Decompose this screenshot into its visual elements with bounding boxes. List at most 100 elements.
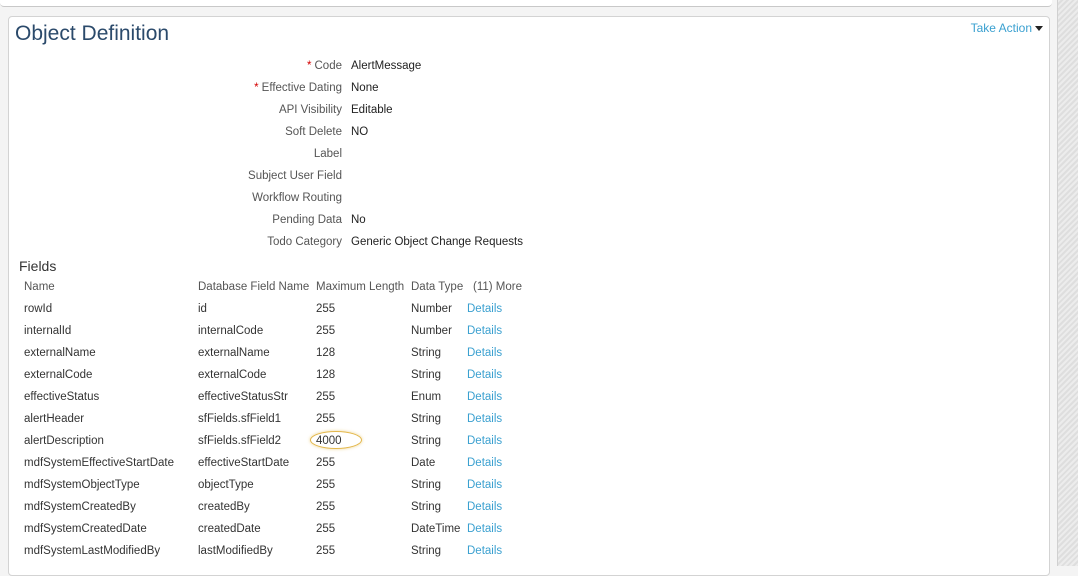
- property-label-text: Workflow Routing: [252, 192, 342, 204]
- property-label-text: API Visibility: [278, 104, 342, 116]
- table-row: mdfSystemEffectiveStartDate effectiveStar…: [24, 457, 724, 479]
- property-value: Editable: [351, 104, 393, 116]
- max-length-value: 255: [316, 303, 336, 315]
- property-label-text: Label: [313, 148, 342, 160]
- max-length-value: 255: [316, 325, 336, 337]
- property-label-text: Effective Dating: [261, 82, 342, 94]
- property-value: None: [351, 82, 379, 94]
- field-name: rowId: [24, 303, 53, 315]
- details-link[interactable]: Details: [467, 457, 502, 469]
- db-field-name: sfFields.sfField2: [198, 435, 282, 447]
- property-label-text: Code: [314, 60, 343, 72]
- take-action-label: Take Action: [970, 21, 1032, 35]
- highlight-oval: [310, 431, 362, 449]
- fields-table-header: Name Database Field Name Maximum Length …: [24, 281, 724, 303]
- max-length-value: 255: [316, 457, 336, 469]
- data-type: Number: [411, 325, 452, 337]
- required-marker: *: [254, 82, 259, 94]
- db-field-name: createdDate: [198, 523, 261, 535]
- header-db-field-name: Database Field Name: [198, 281, 310, 293]
- table-row: internalId internalCode 255 Number Details: [24, 325, 724, 347]
- max-length-value: 255: [316, 479, 336, 491]
- max-length-value: 255: [316, 501, 336, 513]
- details-link[interactable]: Details: [467, 391, 502, 403]
- property-label: API Visibility: [42, 104, 342, 116]
- max-length-value: 128: [316, 347, 336, 359]
- chevron-down-icon: [1035, 25, 1043, 31]
- data-type: Number: [411, 303, 452, 315]
- max-length: 255: [316, 479, 335, 491]
- data-type: String: [411, 413, 442, 425]
- property-label-text: Pending Data: [272, 214, 342, 226]
- max-length: 255: [316, 325, 335, 337]
- property-value: No: [351, 214, 366, 226]
- table-row: effectiveStatus effectiveStatusStr 255 Enum…: [24, 391, 724, 413]
- page-title: Object Definition: [15, 22, 170, 45]
- max-length: 4000: [310, 431, 362, 449]
- property-label: Pending Data: [42, 214, 342, 226]
- table-row: mdfSystemLastModifiedBy lastModifiedBy 255…: [24, 545, 724, 567]
- table-row: mdfSystemObjectType objectType 255 String De…: [24, 479, 724, 501]
- data-type: DateTime: [411, 523, 461, 535]
- db-field-name: objectType: [198, 479, 254, 491]
- property-label: * Code: [42, 60, 342, 72]
- details-link[interactable]: Details: [467, 479, 502, 491]
- take-action-menu[interactable]: Take Action: [971, 21, 1043, 35]
- field-name: externalName: [24, 347, 96, 359]
- header-data-type: Data Type: [411, 281, 464, 293]
- db-field-name: sfFields.sfField1: [198, 413, 282, 425]
- property-value: NO: [351, 126, 369, 138]
- property-label: Label: [42, 148, 342, 160]
- max-length: 255: [316, 413, 335, 425]
- details-link[interactable]: Details: [467, 303, 502, 315]
- details-link[interactable]: Details: [467, 369, 502, 381]
- max-length: 128: [316, 347, 335, 359]
- table-row: mdfSystemCreatedBy createdBy 255 String Deta…: [24, 501, 724, 523]
- db-field-name: externalName: [198, 347, 270, 359]
- max-length-value: 255: [316, 391, 336, 403]
- details-link[interactable]: Details: [467, 545, 502, 557]
- field-name: mdfSystemCreatedBy: [24, 501, 136, 513]
- db-field-name: createdBy: [198, 501, 250, 513]
- table-row: mdfSystemCreatedDate createdDate 255 DateTi…: [24, 523, 724, 545]
- db-field-name: id: [198, 303, 207, 315]
- max-length-value: 255: [316, 545, 336, 557]
- max-length: 255: [316, 457, 335, 469]
- max-length: 255: [316, 523, 335, 535]
- table-row: externalCode externalCode 128 String Details: [24, 369, 724, 391]
- fields-section-title: Fields: [19, 258, 57, 274]
- property-label-text: Subject User Field: [248, 170, 342, 182]
- details-link[interactable]: Details: [467, 435, 502, 447]
- data-type: Enum: [411, 391, 442, 403]
- field-name: externalCode: [24, 369, 93, 381]
- details-link[interactable]: Details: [467, 325, 502, 337]
- data-type: String: [411, 369, 442, 381]
- scrollbar[interactable]: [1057, 0, 1078, 566]
- field-name: mdfSystemEffectiveStartDate: [24, 457, 174, 469]
- table-row: externalName externalName 128 String Details: [24, 347, 724, 369]
- header-name: Name: [24, 281, 55, 293]
- required-marker: *: [307, 60, 312, 72]
- table-row: alertDescription sfFields.sfField2 4000 Str…: [24, 431, 724, 457]
- property-value: AlertMessage: [351, 60, 422, 72]
- field-name: internalId: [24, 325, 72, 337]
- db-field-name: effectiveStartDate: [198, 457, 290, 469]
- max-length: 255: [316, 303, 335, 315]
- more-columns-button[interactable]: (11) More: [473, 281, 522, 293]
- table-row: alertHeader sfFields.sfField1 255 String Det…: [24, 413, 724, 435]
- db-field-name: effectiveStatusStr: [198, 391, 288, 403]
- details-link[interactable]: Details: [467, 523, 502, 535]
- property-label: Workflow Routing: [42, 192, 342, 204]
- table-row: rowId id 255 Number Details: [24, 303, 724, 325]
- max-length: 255: [316, 391, 335, 403]
- max-length-value: 255: [316, 523, 336, 535]
- max-length-value: 255: [316, 413, 336, 425]
- field-name: mdfSystemLastModifiedBy: [24, 545, 161, 557]
- object-definition-panel: Object Definition Take Action * Code Alert…: [8, 16, 1050, 576]
- field-name: mdfSystemCreatedDate: [24, 523, 147, 535]
- data-type: String: [411, 347, 442, 359]
- field-name: alertDescription: [24, 435, 104, 447]
- details-link[interactable]: Details: [467, 501, 502, 513]
- details-link[interactable]: Details: [467, 347, 502, 359]
- details-link[interactable]: Details: [467, 413, 502, 425]
